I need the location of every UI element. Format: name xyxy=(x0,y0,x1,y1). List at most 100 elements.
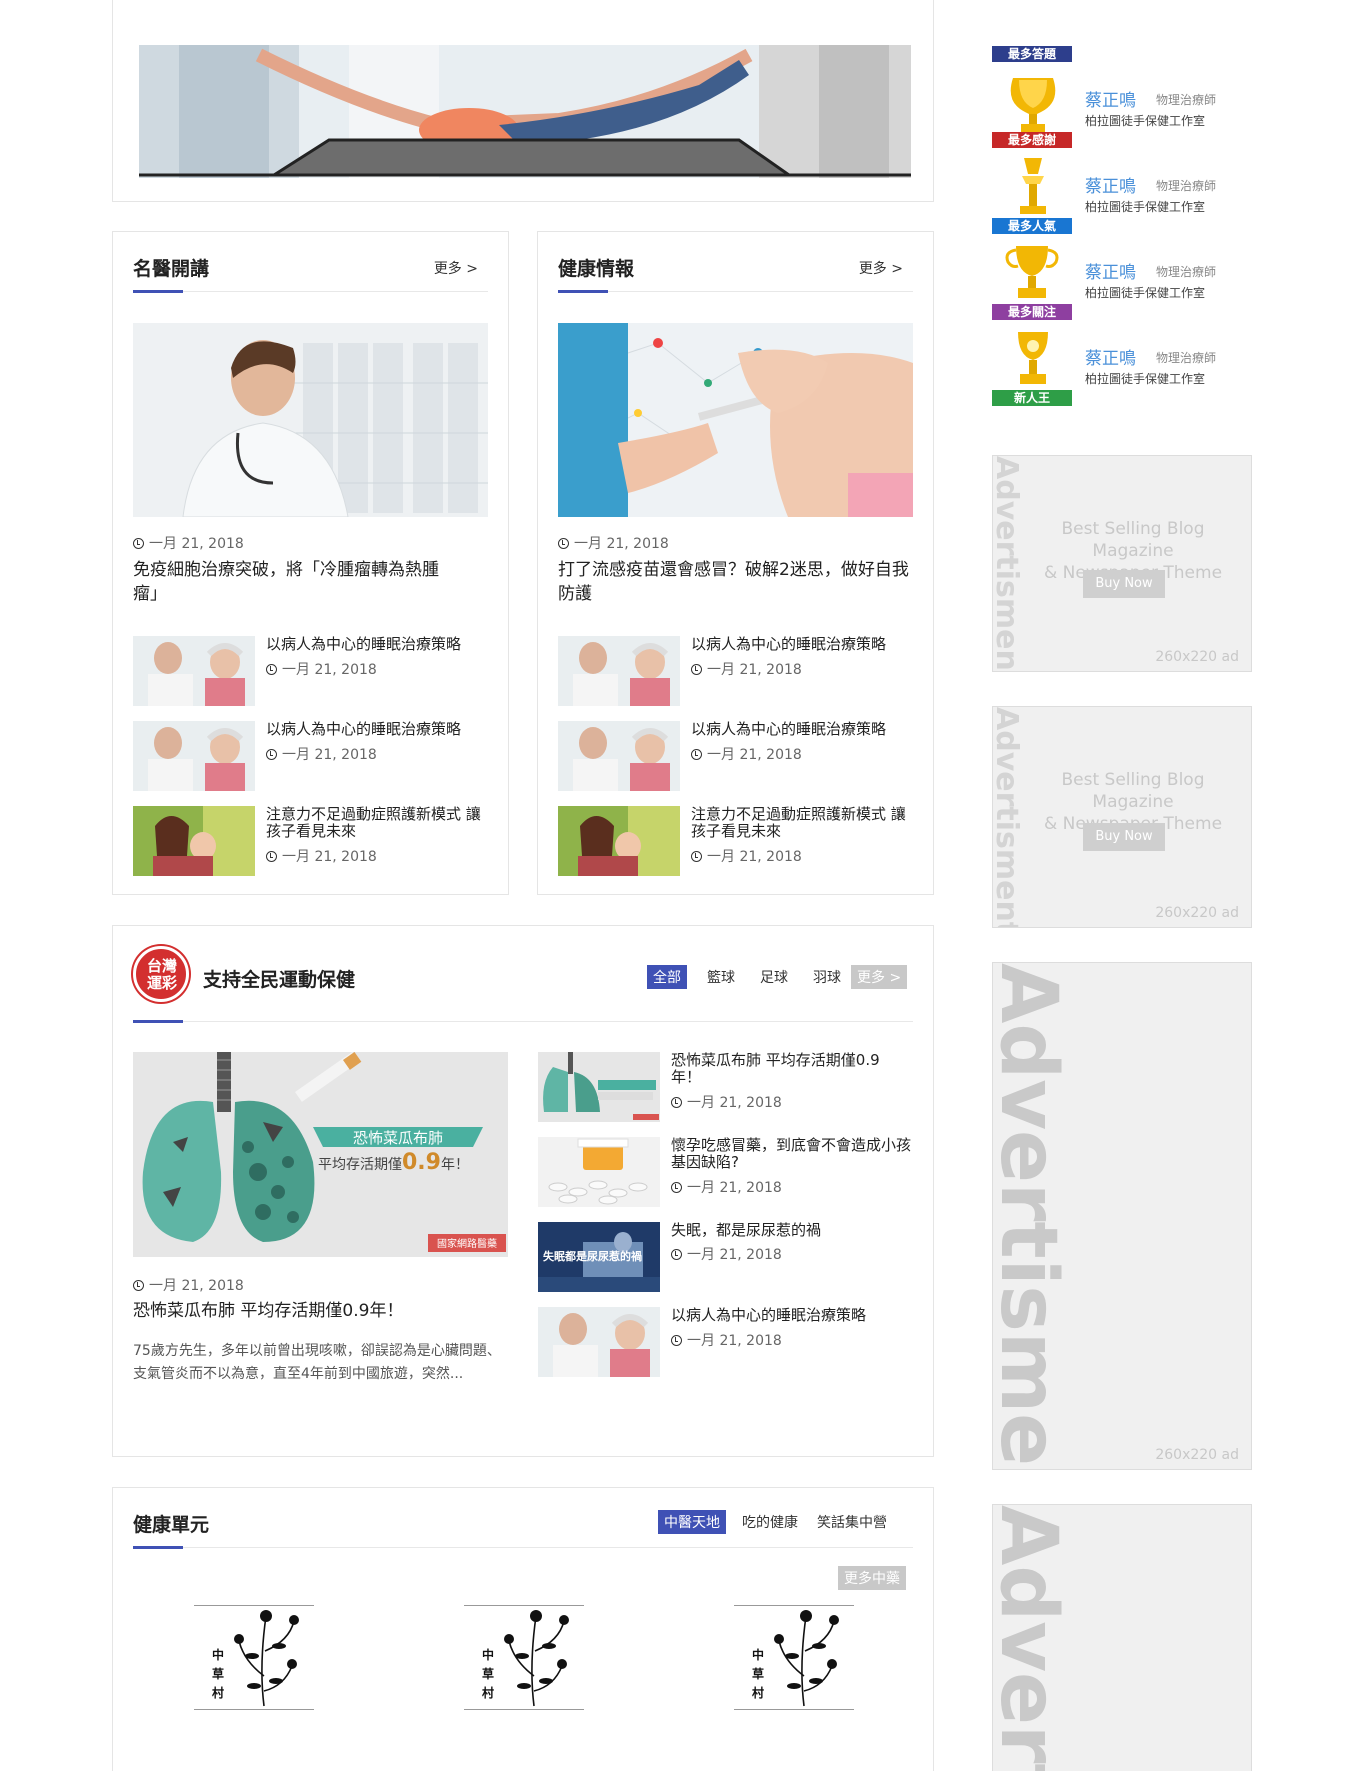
ranking-org: 柏拉圖徒手保健工作室 xyxy=(1085,200,1206,214)
list-thumb[interactable] xyxy=(558,636,680,706)
ad-banner[interactable]: Advertisment Best Selling Blog Magazine &… xyxy=(992,455,1252,672)
herb-card[interactable]: 中草村 xyxy=(734,1605,854,1710)
ad-size-label: 260x220 ad xyxy=(1155,1447,1239,1463)
ranking-role: 物理治療師 xyxy=(1156,179,1217,193)
tab-healthy-eating[interactable]: 吃的健康 xyxy=(736,1510,804,1534)
ad-buy-button[interactable]: Buy Now xyxy=(1083,570,1165,598)
list-thumb[interactable] xyxy=(538,1052,660,1122)
tab-badminton[interactable]: 羽球 xyxy=(807,965,847,989)
section-title: 健康單元 xyxy=(133,1514,210,1536)
ranking-role: 物理治療師 xyxy=(1156,351,1217,365)
pilates-photo[interactable] xyxy=(139,45,911,178)
rank-label-most-followed: 最多關注 xyxy=(986,304,1072,320)
health-unit-section: 健康單元 中醫天地 吃的健康 笑話集中營 更多中藥 中草村 中草村 中草村 xyxy=(112,1487,934,1771)
clock-icon xyxy=(691,664,702,675)
more-link[interactable]: 更多 > xyxy=(859,258,903,278)
clock-icon xyxy=(133,1280,144,1291)
list-thumb[interactable] xyxy=(133,636,255,706)
tab-jokes[interactable]: 笑話集中營 xyxy=(811,1510,893,1534)
ranking-name[interactable]: 蔡正鳴 xyxy=(1085,172,1136,197)
feature-headline[interactable]: 免疫細胞治療突破，將「冷腫瘤轉為熱腫瘤」 xyxy=(133,558,463,606)
ranking-org: 柏拉圖徒手保健工作室 xyxy=(1085,372,1206,386)
list-thumb[interactable]: 失眠都是尿尿惹的禍 xyxy=(538,1222,660,1292)
list-thumb[interactable] xyxy=(558,806,680,876)
list-date: 一月 21, 2018 xyxy=(266,659,377,679)
list-title[interactable]: 以病人為中心的睡眠治療策略 xyxy=(691,636,911,653)
rank-label-most-answers: 最多答題 xyxy=(986,46,1072,62)
trophy-gold-wreath-icon xyxy=(1005,72,1061,136)
list-date: 一月 21, 2018 xyxy=(691,744,802,764)
ad-banner[interactable]: Advertisment Best Selling Blog Magazine &… xyxy=(992,706,1252,928)
section-title: 名醫開講 xyxy=(133,258,210,280)
feature-headline[interactable]: 打了流感疫苗還會感冒？破解2迷思，做好自我防護 xyxy=(558,558,923,606)
clock-icon xyxy=(266,749,277,760)
section-title: 健康情報 xyxy=(558,258,635,280)
ranking-role: 物理治療師 xyxy=(1156,265,1217,279)
tab-football[interactable]: 足球 xyxy=(754,965,794,989)
ranking-org: 柏拉圖徒手保健工作室 xyxy=(1085,286,1206,300)
doctor-section: 名醫開講 更多 > 一月 21, 2018 免疫細胞治療突破，將「冷腫瘤轉為熱腫… xyxy=(112,231,509,895)
list-title[interactable]: 以病人為中心的睡眠治療策略 xyxy=(266,721,486,738)
herb-label: 中草村 xyxy=(212,1648,225,1700)
lung-image-title: 恐怖菜瓜布肺 xyxy=(353,1129,443,1147)
herb-card[interactable]: 中草村 xyxy=(464,1605,584,1710)
section-header: 健康單元 中醫天地 吃的健康 笑話集中營 xyxy=(133,1488,913,1549)
feature-date: 一月 21, 2018 xyxy=(133,1275,244,1295)
trophy-medal-icon xyxy=(1010,328,1056,392)
more-link[interactable]: 更多 > xyxy=(434,258,478,278)
title-underline xyxy=(558,290,608,293)
tab-basketball[interactable]: 籃球 xyxy=(701,965,741,989)
herb-card[interactable]: 中草村 xyxy=(194,1605,314,1710)
ad-banner[interactable]: Advert xyxy=(992,1504,1252,1771)
trophy-torch-icon xyxy=(1010,154,1056,218)
list-date: 一月 21, 2018 xyxy=(691,659,802,679)
section-title: 支持全民運動保健 xyxy=(203,969,356,991)
clock-icon xyxy=(671,1182,682,1193)
logo-text: 台灣運彩 xyxy=(146,957,177,992)
list-thumb[interactable] xyxy=(538,1307,660,1377)
section-header: 健康情報 更多 > xyxy=(558,232,913,293)
ranking-name[interactable]: 蔡正鳴 xyxy=(1085,86,1136,111)
clock-icon xyxy=(671,1249,682,1260)
list-date: 一月 21, 2018 xyxy=(691,846,802,866)
lung-feature-image[interactable]: 恐怖菜瓜布肺 平均存活期僅0.9年！ 國家網路醫藥 xyxy=(133,1052,508,1257)
list-title[interactable]: 以病人為中心的睡眠治療策略 xyxy=(671,1307,901,1324)
rank-label-new-star: 新人王 xyxy=(986,390,1072,406)
list-date: 一月 21, 2018 xyxy=(671,1244,782,1264)
list-thumb[interactable] xyxy=(558,721,680,791)
top-image-panel xyxy=(112,0,934,202)
doctor-feature-photo[interactable] xyxy=(133,323,488,517)
more-herbs-button[interactable]: 更多中藥 xyxy=(838,1566,906,1590)
tab-all[interactable]: 全部 xyxy=(647,965,687,989)
list-thumb[interactable] xyxy=(133,806,255,876)
clock-icon xyxy=(671,1097,682,1108)
list-title[interactable]: 以病人為中心的睡眠治療策略 xyxy=(691,721,911,738)
section-header: 台灣運彩 支持全民運動保健 全部 籃球 足球 羽球 更多 > xyxy=(133,926,913,1023)
ad-size-label: 260x220 ad xyxy=(1155,905,1239,921)
list-title[interactable]: 注意力不足過動症照護新模式 讓孩子看見未來 xyxy=(691,806,906,840)
list-title[interactable]: 恐怖菜瓜布肺 平均存活期僅0.9年！ xyxy=(671,1052,901,1086)
feature-headline[interactable]: 恐怖菜瓜布肺 平均存活期僅0.9年！ xyxy=(133,1299,508,1323)
ad-banner[interactable]: Advertisment 260x220 ad xyxy=(992,962,1252,1470)
list-date: 一月 21, 2018 xyxy=(671,1330,782,1350)
lung-image-tag: 國家網路醫藥 xyxy=(437,1237,497,1250)
list-title[interactable]: 懷孕吃感冒藥，到底會不會造成小孩基因缺陷? xyxy=(671,1137,911,1171)
list-thumb[interactable] xyxy=(538,1137,660,1207)
clock-icon xyxy=(691,851,702,862)
clock-icon xyxy=(133,538,144,549)
list-title[interactable]: 以病人為中心的睡眠治療策略 xyxy=(266,636,486,653)
ranking-name[interactable]: 蔡正鳴 xyxy=(1085,258,1136,283)
ranking-name[interactable]: 蔡正鳴 xyxy=(1085,344,1136,369)
sports-section: 台灣運彩 支持全民運動保健 全部 籃球 足球 羽球 更多 > 恐怖菜瓜布肺 平均… xyxy=(112,925,934,1457)
list-date: 一月 21, 2018 xyxy=(671,1092,782,1112)
ad-buy-button[interactable]: Buy Now xyxy=(1083,823,1165,851)
list-title[interactable]: 注意力不足過動症照護新模式 讓孩子看見未來 xyxy=(266,806,481,840)
vaccine-feature-photo[interactable] xyxy=(558,323,913,517)
tab-chinese-medicine[interactable]: 中醫天地 xyxy=(658,1510,726,1534)
title-underline xyxy=(133,1020,183,1023)
herb-label: 中草村 xyxy=(752,1648,765,1700)
list-date: 一月 21, 2018 xyxy=(266,846,377,866)
more-button[interactable]: 更多 > xyxy=(851,965,908,989)
list-thumb[interactable] xyxy=(133,721,255,791)
list-title[interactable]: 失眠，都是尿尿惹的禍 xyxy=(671,1222,901,1239)
